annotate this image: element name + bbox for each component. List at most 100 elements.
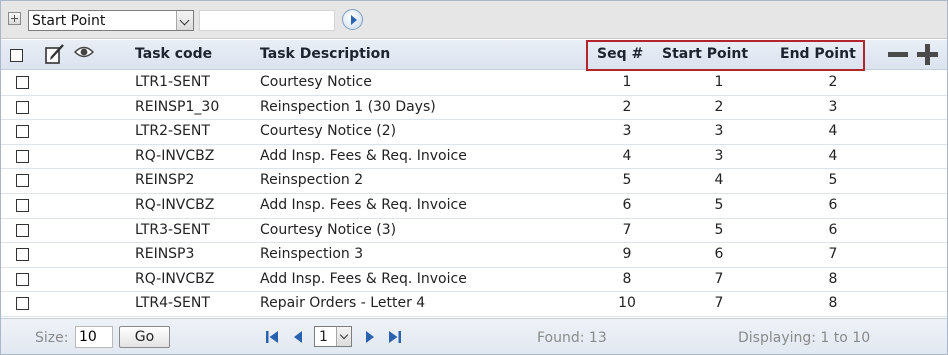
cell-task-description: Reinspection 2 (260, 172, 364, 189)
eye-icon[interactable] (74, 44, 94, 60)
cell-end-point: 5 (828, 172, 838, 189)
cell-task-description: Courtesy Notice (3) (260, 221, 397, 238)
table-row[interactable]: LTR4-SENT Repair Orders - Letter 4 10 7 8 (1, 292, 947, 317)
table-row[interactable]: REINSP3 Reinspection 3 9 6 7 (1, 243, 947, 268)
task-grid-panel: Start Point Task code Task Description S… (0, 0, 948, 355)
previous-page-icon[interactable] (291, 330, 305, 344)
row-checkbox[interactable] (16, 297, 29, 311)
cell-end-point: 6 (828, 221, 838, 238)
cell-start-point: 5 (714, 221, 724, 238)
cell-task-description: Add Insp. Fees & Req. Invoice (260, 270, 467, 287)
cell-task-code: REINSP3 (135, 246, 195, 263)
page-size-label: Size: (35, 330, 69, 346)
cell-seq: 1 (622, 74, 632, 90)
grid-footer: Size: Go 1 Found: 13 Displaying: 1 to 10 (1, 318, 947, 354)
cell-end-point: 3 (828, 98, 838, 115)
filter-input[interactable] (199, 10, 335, 31)
cell-seq: 7 (622, 221, 632, 238)
row-checkbox[interactable] (16, 198, 29, 212)
cell-task-description: Courtesy Notice (260, 74, 372, 90)
cell-seq: 3 (622, 123, 632, 140)
next-page-icon[interactable] (363, 330, 377, 344)
cell-task-code: LTR3-SENT (135, 221, 210, 238)
cell-task-code: RQ-INVCBZ (135, 270, 215, 287)
table-row[interactable]: LTR1-SENT Courtesy Notice 1 1 2 (1, 71, 947, 96)
edit-note-icon[interactable] (44, 43, 66, 65)
cell-task-code: LTR4-SENT (135, 295, 210, 312)
row-checkbox[interactable] (16, 100, 29, 114)
field-select-value: Start Point (32, 13, 106, 29)
cell-start-point: 4 (714, 172, 724, 189)
cell-end-point: 4 (828, 123, 838, 140)
plus-square-icon[interactable] (8, 12, 21, 25)
cell-task-code: RQ-INVCBZ (135, 196, 215, 213)
cell-end-point: 6 (828, 196, 838, 213)
row-checkbox[interactable] (16, 174, 29, 188)
cell-task-description: Reinspection 1 (30 Days) (260, 98, 436, 115)
cell-start-point: 5 (714, 196, 724, 213)
last-page-icon[interactable] (388, 330, 402, 344)
page-number-value: 1 (319, 329, 328, 345)
arrow-circle-right-icon[interactable] (342, 9, 363, 30)
cell-task-description: Repair Orders - Letter 4 (260, 295, 426, 312)
row-checkbox[interactable] (16, 223, 29, 237)
row-checkbox[interactable] (16, 149, 29, 163)
cell-end-point: 7 (828, 246, 838, 263)
cell-task-code: RQ-INVCBZ (135, 147, 215, 164)
cell-start-point: 3 (714, 147, 724, 164)
cell-task-code: LTR1-SENT (135, 74, 210, 90)
cell-task-code: REINSP2 (135, 172, 195, 189)
row-checkbox[interactable] (16, 125, 29, 139)
header-task-code[interactable]: Task code (135, 46, 212, 62)
cell-start-point: 6 (714, 246, 724, 263)
plus-icon[interactable] (917, 44, 938, 65)
cell-task-description: Add Insp. Fees & Req. Invoice (260, 196, 467, 213)
cell-seq: 5 (622, 172, 632, 189)
chevron-down-icon[interactable] (336, 327, 351, 346)
displaying-range: Displaying: 1 to 10 (738, 330, 871, 346)
chevron-down-icon[interactable] (176, 11, 193, 30)
cell-seq: 4 (622, 147, 632, 164)
cell-task-description: Courtesy Notice (2) (260, 123, 397, 140)
minus-icon[interactable] (888, 52, 908, 57)
cell-task-code: LTR2-SENT (135, 123, 210, 140)
go-button[interactable]: Go (119, 326, 170, 348)
cell-seq: 10 (618, 295, 636, 312)
table-row[interactable]: LTR2-SENT Courtesy Notice (2) 3 3 4 (1, 120, 947, 145)
grid-body: LTR1-SENT Courtesy Notice 1 1 2 REINSP1_30 Rei… (1, 71, 947, 317)
cell-seq: 6 (622, 196, 632, 213)
page-number-select[interactable]: 1 (314, 326, 352, 347)
header-task-description[interactable]: Task Description (260, 46, 390, 62)
cell-task-description: Add Insp. Fees & Req. Invoice (260, 147, 467, 164)
cell-start-point: 2 (714, 98, 724, 115)
cell-seq: 2 (622, 98, 632, 115)
table-row[interactable]: LTR3-SENT Courtesy Notice (3) 7 5 6 (1, 218, 947, 244)
cell-end-point: 2 (828, 74, 838, 90)
cell-start-point: 7 (714, 270, 724, 287)
table-row[interactable]: REINSP2 Reinspection 2 5 4 5 (1, 169, 947, 194)
row-checkbox[interactable] (16, 76, 29, 89)
cell-start-point: 1 (714, 74, 724, 90)
row-checkbox[interactable] (16, 272, 29, 286)
cell-end-point: 8 (828, 270, 838, 287)
column-highlight-box (586, 40, 865, 71)
table-row[interactable]: RQ-INVCBZ Add Insp. Fees & Req. Invoice 4 3… (1, 144, 947, 170)
first-page-icon[interactable] (265, 330, 279, 344)
cell-task-description: Reinspection 3 (260, 246, 364, 263)
cell-end-point: 4 (828, 147, 838, 164)
found-count: Found: 13 (537, 330, 607, 346)
row-checkbox[interactable] (16, 248, 29, 262)
field-select[interactable]: Start Point (28, 10, 194, 31)
table-row[interactable]: RQ-INVCBZ Add Insp. Fees & Req. Invoice 6 5… (1, 193, 947, 219)
table-row[interactable]: RQ-INVCBZ Add Insp. Fees & Req. Invoice 8 7… (1, 267, 947, 293)
cell-seq: 9 (622, 246, 632, 263)
cell-start-point: 3 (714, 123, 724, 140)
cell-start-point: 7 (714, 295, 724, 312)
cell-task-code: REINSP1_30 (135, 98, 220, 115)
page-size-input[interactable] (75, 326, 113, 348)
grid-toolbar: Start Point (1, 1, 947, 39)
cell-seq: 8 (622, 270, 632, 287)
cell-end-point: 8 (828, 295, 838, 312)
select-all-checkbox[interactable] (10, 49, 23, 62)
table-row[interactable]: REINSP1_30 Reinspection 1 (30 Days) 2 2 3 (1, 95, 947, 121)
